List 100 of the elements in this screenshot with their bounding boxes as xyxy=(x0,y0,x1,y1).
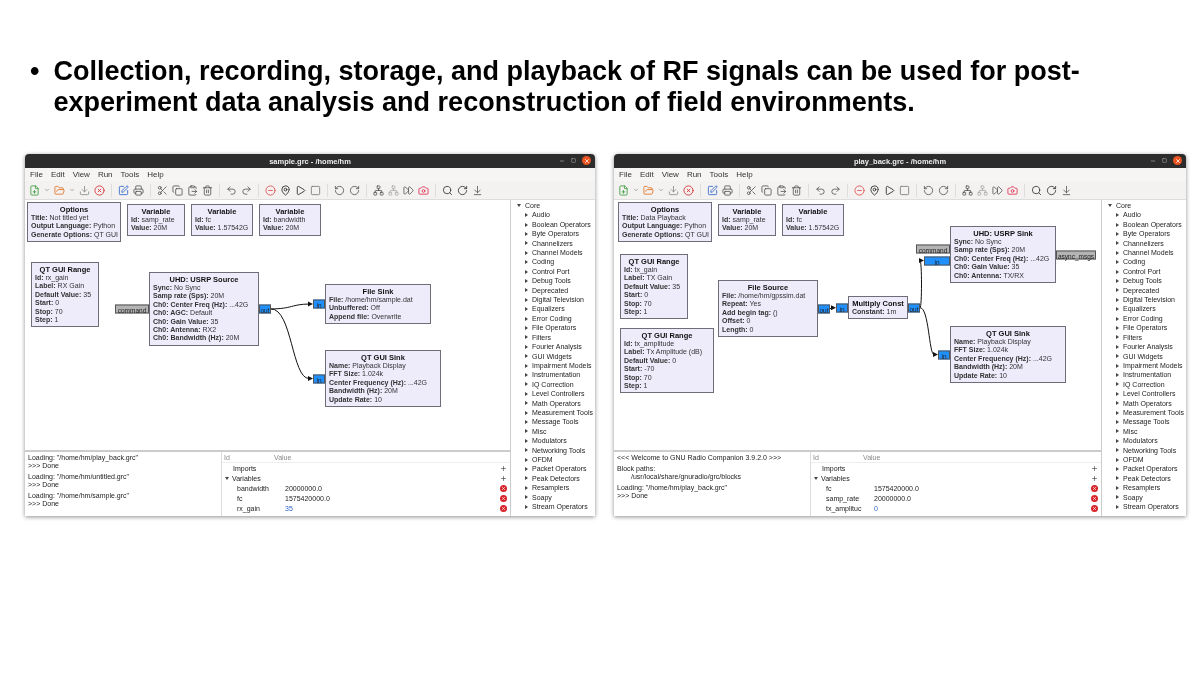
expander-icon[interactable] xyxy=(525,410,528,415)
printer-icon[interactable] xyxy=(722,184,733,196)
expander-icon[interactable] xyxy=(1116,231,1119,236)
remove-icon[interactable] xyxy=(1091,494,1098,502)
undo-icon[interactable] xyxy=(226,184,237,196)
menu-item[interactable]: File xyxy=(30,170,43,179)
expander-icon[interactable] xyxy=(525,363,528,368)
expander-icon[interactable] xyxy=(525,495,528,500)
expander-icon[interactable] xyxy=(1116,344,1119,349)
expander-icon[interactable] xyxy=(1116,504,1119,509)
rotate-right-icon[interactable] xyxy=(349,184,360,196)
expander-icon[interactable] xyxy=(525,485,528,490)
close-icon[interactable] xyxy=(582,156,591,165)
expander-icon[interactable] xyxy=(1116,297,1119,302)
expander-icon[interactable] xyxy=(525,213,528,218)
pin-icon[interactable] xyxy=(280,184,291,196)
maximize-icon[interactable] xyxy=(571,158,576,163)
expander-icon[interactable] xyxy=(1116,438,1119,443)
expander-icon[interactable] xyxy=(1116,363,1119,368)
expander-icon[interactable] xyxy=(1116,485,1119,490)
menu-item[interactable]: Run xyxy=(686,170,702,179)
scissors-icon[interactable] xyxy=(157,184,168,196)
expander-icon[interactable] xyxy=(1116,429,1119,434)
redo-icon[interactable] xyxy=(241,184,252,196)
expander-icon[interactable] xyxy=(525,316,528,321)
expander-icon[interactable] xyxy=(525,260,528,265)
expander-icon[interactable] xyxy=(525,476,528,481)
redo-icon[interactable] xyxy=(830,184,841,196)
expander-icon[interactable] xyxy=(1116,391,1119,396)
undo-icon[interactable] xyxy=(815,184,826,196)
menu-item[interactable]: Edit xyxy=(639,170,654,179)
rotate-left-icon[interactable] xyxy=(334,184,345,196)
printer-icon[interactable] xyxy=(133,184,144,196)
expander-icon[interactable] xyxy=(525,448,528,453)
remove-icon[interactable] xyxy=(500,504,507,512)
remove-icon[interactable] xyxy=(1091,504,1098,512)
rotate-right-icon[interactable] xyxy=(938,184,949,196)
expander-icon[interactable] xyxy=(1116,260,1119,265)
expander-icon[interactable] xyxy=(1108,204,1112,208)
menu-item[interactable]: Edit xyxy=(50,170,65,179)
expander-icon[interactable] xyxy=(1116,476,1119,481)
expander-icon[interactable] xyxy=(525,326,528,330)
expander-icon[interactable] xyxy=(525,391,528,396)
arrow-icon[interactable] xyxy=(472,184,483,196)
expander-icon[interactable] xyxy=(1116,354,1119,359)
expander-icon[interactable] xyxy=(225,476,229,480)
expander-icon[interactable] xyxy=(525,250,528,255)
expander-icon[interactable] xyxy=(525,438,528,443)
expander-icon[interactable] xyxy=(1116,288,1119,293)
expander-icon[interactable] xyxy=(525,457,528,462)
expander-icon[interactable] xyxy=(525,344,528,349)
expander-icon[interactable] xyxy=(1116,269,1119,274)
expander-icon[interactable] xyxy=(525,297,528,302)
menu-item[interactable]: Tools xyxy=(709,170,729,179)
edit-icon[interactable] xyxy=(118,184,129,196)
hierarchy-icon[interactable] xyxy=(373,184,384,196)
expander-icon[interactable] xyxy=(1116,241,1119,246)
expander-icon[interactable] xyxy=(525,401,528,406)
remove-icon[interactable] xyxy=(500,484,507,492)
search-icon[interactable] xyxy=(442,184,453,196)
expander-icon[interactable] xyxy=(525,288,528,293)
fast-forward-icon[interactable] xyxy=(403,184,414,196)
expander-icon[interactable] xyxy=(525,241,528,246)
arrow-icon[interactable] xyxy=(1061,184,1072,196)
copy-icon[interactable] xyxy=(761,184,772,196)
expander-icon[interactable] xyxy=(525,278,528,283)
remove-icon[interactable] xyxy=(1091,484,1098,492)
close-icon[interactable] xyxy=(1173,156,1182,165)
pin-icon[interactable] xyxy=(869,184,880,196)
expander-icon[interactable] xyxy=(525,307,528,312)
expander-icon[interactable] xyxy=(1116,420,1119,425)
expander-icon[interactable] xyxy=(1116,457,1119,462)
expander-icon[interactable] xyxy=(1116,410,1119,415)
expander-icon[interactable] xyxy=(1116,307,1119,312)
expander-icon[interactable] xyxy=(1116,222,1119,227)
expander-icon[interactable] xyxy=(525,382,528,387)
expander-icon[interactable] xyxy=(1116,495,1119,500)
search-icon[interactable] xyxy=(1031,184,1042,196)
play-icon[interactable] xyxy=(884,184,895,196)
expander-icon[interactable] xyxy=(525,429,528,434)
menu-item[interactable]: Help xyxy=(147,170,164,179)
expander-icon[interactable] xyxy=(525,269,528,274)
copy-icon[interactable] xyxy=(172,184,183,196)
menu-item[interactable]: Run xyxy=(97,170,113,179)
menu-item[interactable]: View xyxy=(72,170,90,179)
trash-icon[interactable] xyxy=(791,184,802,196)
expander-icon[interactable] xyxy=(1116,382,1119,387)
expander-icon[interactable] xyxy=(525,231,528,236)
hierarchy-icon[interactable] xyxy=(962,184,973,196)
scissors-icon[interactable] xyxy=(746,184,757,196)
expander-icon[interactable] xyxy=(1116,326,1119,330)
menu-item[interactable]: Help xyxy=(736,170,753,179)
maximize-icon[interactable] xyxy=(1162,158,1167,163)
expander-icon[interactable] xyxy=(1116,373,1119,377)
expander-icon[interactable] xyxy=(1116,335,1119,340)
expander-icon[interactable] xyxy=(814,476,818,480)
rotate-left-icon[interactable] xyxy=(923,184,934,196)
reload-icon[interactable] xyxy=(1046,184,1057,196)
expander-icon[interactable] xyxy=(1116,250,1119,255)
expander-icon[interactable] xyxy=(1116,213,1119,218)
